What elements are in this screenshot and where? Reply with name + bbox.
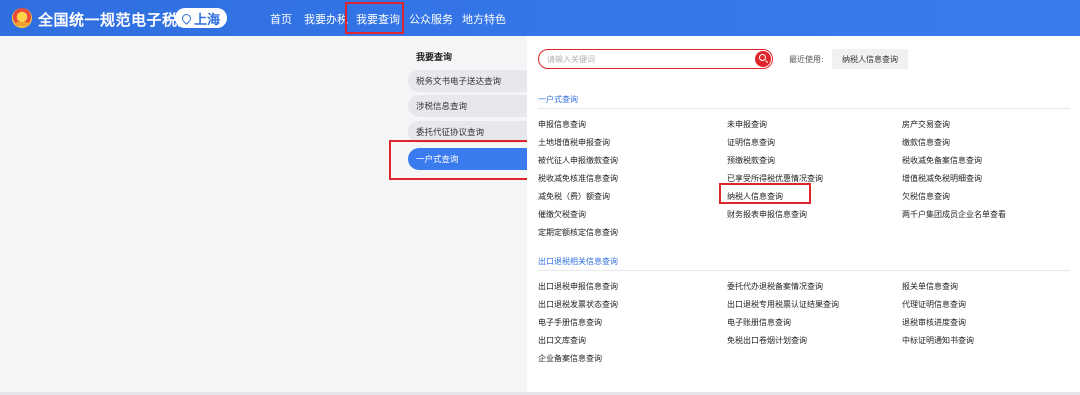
nav-home[interactable]: 首页 xyxy=(270,11,292,27)
query-link[interactable]: 财务报表申报信息查询 xyxy=(727,209,807,220)
tax-emblem-icon xyxy=(12,8,32,28)
query-link[interactable]: 房产交易查询 xyxy=(902,119,950,130)
search-input[interactable] xyxy=(547,53,747,66)
item-highlight-box xyxy=(719,183,811,204)
query-link[interactable]: 委托代办退税备案情况查询 xyxy=(727,281,823,292)
search-icon xyxy=(759,54,766,61)
query-link[interactable]: 出口退税申报信息查询 xyxy=(538,281,618,292)
search-box xyxy=(538,49,773,69)
query-link[interactable]: 催缴欠税查询 xyxy=(538,209,586,220)
top-nav-bar: 全国统一规范电子税务局 上海 首页 我要办税 我要查询 公众服务 地方特色 xyxy=(0,0,1080,36)
nav-local-features[interactable]: 地方特色 xyxy=(462,11,506,27)
query-link[interactable]: 定期定额核定信息查询 xyxy=(538,227,618,238)
section-divider xyxy=(538,108,1070,109)
query-link[interactable]: 证明信息查询 xyxy=(727,137,775,148)
query-link[interactable]: 欠税信息查询 xyxy=(902,191,950,202)
query-link[interactable]: 报关单信息查询 xyxy=(902,281,958,292)
location-pin-icon xyxy=(180,11,193,25)
search-button[interactable] xyxy=(755,51,771,67)
query-link[interactable]: 增值税减免税明细查询 xyxy=(902,173,982,184)
query-link[interactable]: 未申报查询 xyxy=(727,119,767,130)
nav-public-service[interactable]: 公众服务 xyxy=(409,11,453,27)
section-title-export-refund: 出口退税相关信息查询 xyxy=(538,257,618,266)
left-blank-area xyxy=(0,36,400,395)
recent-item-chip[interactable]: 纳税人信息查询 xyxy=(832,49,908,69)
query-link[interactable]: 预缴税款查询 xyxy=(727,155,775,166)
sidebar-highlight-box xyxy=(389,140,530,180)
query-link[interactable]: 出口文库查询 xyxy=(538,335,586,346)
query-link[interactable]: 土地增值税申报查询 xyxy=(538,137,610,148)
query-link[interactable]: 出口退税专用税票认证结果查询 xyxy=(727,299,839,310)
query-link[interactable]: 电子手册信息查询 xyxy=(538,317,602,328)
query-link[interactable]: 减免税（费）额查询 xyxy=(538,191,610,202)
section-divider xyxy=(538,270,1070,271)
section-title-one-stop: 一户式查询 xyxy=(538,95,578,104)
query-link[interactable]: 税收减免核准信息查询 xyxy=(538,173,618,184)
query-sidebar: 我要查询 税务文书电子送达查询 涉税信息查询 委托代征协议查询 一户式查询 xyxy=(400,36,527,395)
query-link[interactable]: 免税出口卷烟计划查询 xyxy=(727,335,807,346)
nav-tax-handling[interactable]: 我要办税 xyxy=(304,11,348,27)
query-link[interactable]: 税收减免备案信息查询 xyxy=(902,155,982,166)
query-panel: 最近使用: 纳税人信息查询 一户式查询 申报信息查询 未申报查询 房产交易查询土地增… xyxy=(527,36,1080,393)
query-link[interactable]: 退税审核进度查询 xyxy=(902,317,966,328)
query-link[interactable]: 被代征人申报缴款查询 xyxy=(538,155,618,166)
query-link[interactable]: 中标证明通知书查询 xyxy=(902,335,974,346)
query-link[interactable]: 代理证明信息查询 xyxy=(902,299,966,310)
sidebar-title: 我要查询 xyxy=(416,53,453,63)
query-link[interactable]: 缴款信息查询 xyxy=(902,137,950,148)
query-link[interactable]: 电子账册信息查询 xyxy=(727,317,791,328)
sidebar-item-tax-info[interactable]: 涉税信息查询 xyxy=(408,95,527,117)
recent-label: 最近使用: xyxy=(789,55,824,64)
sidebar-item-document-delivery[interactable]: 税务文书电子送达查询 xyxy=(408,70,527,92)
query-link[interactable]: 企业备案信息查询 xyxy=(538,353,602,364)
query-link[interactable]: 申报信息查询 xyxy=(538,119,586,130)
region-selector[interactable]: 上海 xyxy=(175,8,227,28)
query-link[interactable]: 出口退税发票状态查询 xyxy=(538,299,618,310)
query-link[interactable]: 两千户集团成员企业名单查看 xyxy=(902,209,1006,220)
region-label: 上海 xyxy=(193,12,220,28)
nav-highlight-box xyxy=(345,2,404,34)
